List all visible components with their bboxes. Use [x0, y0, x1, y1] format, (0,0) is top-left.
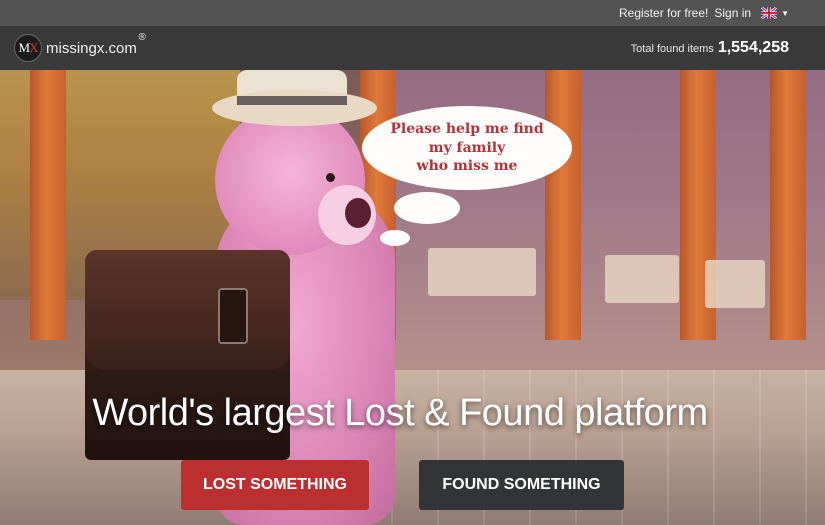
signin-link[interactable]: Sign in	[714, 6, 751, 20]
hero-banner: Please help me find my family who miss m…	[0, 70, 825, 525]
leather-bag-flap	[85, 250, 290, 370]
thought-bubble-dot	[394, 192, 460, 224]
background-bench	[705, 260, 765, 308]
leather-bag-buckle	[218, 288, 248, 344]
total-found-counter: Total found items 1,554,258	[631, 39, 789, 57]
found-something-button[interactable]: FOUND SOMETHING	[419, 460, 624, 510]
straw-hat-band	[237, 96, 347, 105]
total-found-value: 1,554,258	[717, 39, 789, 56]
background-pillar	[770, 70, 806, 340]
teddy-bear-eye	[326, 173, 335, 182]
logo-badge-m: M	[18, 40, 31, 55]
registered-mark: ®	[138, 31, 146, 43]
lost-something-button[interactable]: LOST SOMETHING	[181, 460, 369, 510]
logo-wordmark: missingx.com	[46, 39, 137, 57]
speech-line-3: who miss me	[416, 158, 518, 175]
hero-headline: World's largest Lost & Found platform	[92, 392, 708, 434]
logo-text: missingx.com ®	[46, 32, 146, 57]
site-logo[interactable]: MX missingx.com ®	[14, 32, 146, 62]
background-pillar	[30, 70, 66, 340]
register-link[interactable]: Register for free!	[619, 6, 708, 20]
speech-bubble: Please help me find my family who miss m…	[362, 106, 572, 190]
speech-line-2: my family	[428, 139, 506, 156]
logo-badge: MX	[14, 34, 42, 62]
background-bench	[605, 255, 679, 303]
teddy-bear-nose	[345, 198, 371, 228]
uk-flag-icon[interactable]	[760, 5, 778, 21]
background-pillar	[545, 70, 581, 340]
site-header: MX missingx.com ® Total found items 1,55…	[0, 26, 825, 70]
thought-bubble-dot	[380, 230, 410, 246]
top-utility-bar: Register for free! Sign in ▼	[0, 0, 825, 26]
total-found-label: Total found items	[630, 43, 714, 55]
background-bench	[428, 248, 536, 296]
speech-line-1: Please help me find	[390, 120, 544, 137]
logo-badge-x: X	[29, 40, 38, 55]
chevron-down-icon[interactable]: ▼	[781, 9, 789, 18]
